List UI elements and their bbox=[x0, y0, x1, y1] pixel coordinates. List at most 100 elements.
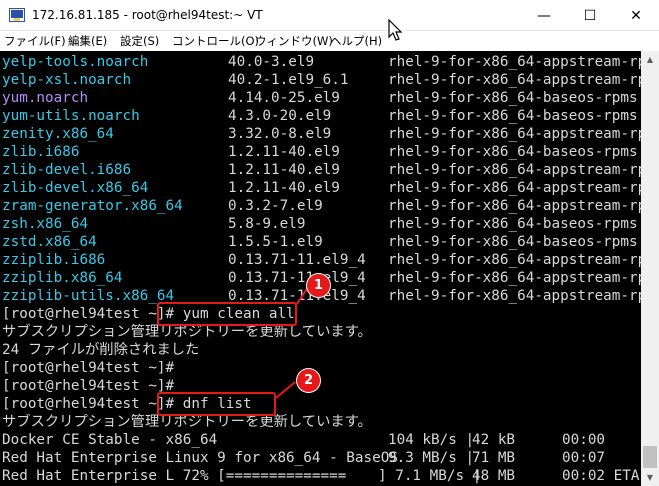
package-name: zlib-devel.i686 bbox=[2, 162, 132, 178]
package-row: yum.noarch 4.14.0-25.el9 rhel-9-for-x86_64… bbox=[2, 89, 638, 107]
package-version: 40.0-3.el9 bbox=[228, 54, 315, 70]
package-repo: rhel-9-for-x86_64-baseos-rpms bbox=[388, 144, 638, 160]
close-icon: ✕ bbox=[630, 7, 642, 24]
menu-bar: ファイル(F) 編集(E) 設定(S) コントロール(O) ウィンドウ(W) ヘ… bbox=[0, 31, 659, 51]
package-row: zram-generator.x86_64 0.3.2-7.el9 rhel-9-f… bbox=[2, 197, 641, 215]
download-size: 42 kB bbox=[472, 432, 516, 448]
package-row: yum-utils.noarch 4.3.0-20.el9 rhel-9-for-x… bbox=[2, 107, 638, 125]
package-version: 4.14.0-25.el9 bbox=[228, 90, 340, 106]
package-repo: rhel-9-for-x86_64-appstream-rpms bbox=[388, 72, 641, 88]
package-name: yum-utils.noarch bbox=[2, 108, 140, 124]
package-row: zlib-devel.i686 1.2.11-40.el9 rhel-9-for-x… bbox=[2, 161, 641, 179]
package-repo: rhel-9-for-x86_64-baseos-rpms bbox=[388, 108, 638, 124]
download-speed: ] 7.1 MB/s | bbox=[378, 468, 482, 484]
close-button[interactable]: ✕ bbox=[613, 0, 659, 31]
title-bar[interactable]: 172.16.81.185 - root@rhel94test:~ VT — ☐… bbox=[0, 0, 659, 31]
download-speed: 9.3 MB/s | bbox=[388, 450, 475, 466]
package-row: yelp-xsl.noarch 40.2-1.el9_6.1 rhel-9-for-… bbox=[2, 71, 641, 89]
minimize-button[interactable]: — bbox=[521, 0, 567, 31]
maximize-button[interactable]: ☐ bbox=[567, 0, 613, 31]
window-title: 172.16.81.185 - root@rhel94test:~ VT bbox=[32, 8, 263, 22]
package-name: zsh.x86_64 bbox=[2, 216, 89, 232]
download-size: 71 MB bbox=[472, 450, 516, 466]
package-name: zziplib.x86_64 bbox=[2, 270, 123, 286]
callout-box-yum-clean bbox=[157, 302, 297, 326]
download-size: 48 MB bbox=[472, 468, 516, 484]
package-row: zenity.x86_64 3.32.0-8.el9 rhel-9-for-x86_… bbox=[2, 125, 641, 143]
package-name: zram-generator.x86_64 bbox=[2, 198, 183, 214]
package-version: 1.2.11-40.el9 bbox=[228, 180, 340, 196]
package-repo: rhel-9-for-x86_64-appstream-rpms bbox=[388, 126, 641, 142]
scroll-thumb[interactable] bbox=[643, 446, 657, 468]
package-version: 3.32.0-8.el9 bbox=[228, 126, 332, 142]
package-version: 1.2.11-40.el9 bbox=[228, 144, 340, 160]
menu-help[interactable]: ヘルプ(H) bbox=[330, 33, 382, 49]
minimize-icon: — bbox=[537, 7, 551, 24]
menu-file[interactable]: ファイル(F) bbox=[4, 33, 66, 49]
package-row: zstd.x86_64 1.5.5-1.el9 rhel-9-for-x86_64-… bbox=[2, 233, 638, 251]
package-row: zsh.x86_64 5.8-9.el9 rhel-9-for-x86_64-bas… bbox=[2, 215, 638, 233]
menu-window[interactable]: ウィンドウ(W) bbox=[255, 33, 333, 49]
package-row: zziplib.x86_64 0.13.71-11.el9_4 rhel-9-for… bbox=[2, 269, 641, 287]
download-row: Docker CE Stable - x86_64 104 kB/s | 42 kB… bbox=[2, 431, 605, 449]
menu-edit[interactable]: 編集(E) bbox=[68, 33, 107, 49]
package-repo: rhel-9-for-x86_64-appstream-rpms bbox=[388, 270, 641, 286]
menu-settings[interactable]: 設定(S) bbox=[120, 33, 159, 49]
package-name: zlib-devel.x86_64 bbox=[2, 180, 149, 196]
package-repo: rhel-9-for-x86_64-baseos-rpms bbox=[388, 216, 638, 232]
download-row: Red Hat Enterprise Linux 9 for x86_64 - … bbox=[2, 449, 605, 467]
package-repo: rhel-9-for-x86_64-appstream-rpms bbox=[388, 180, 641, 196]
package-version: 0.13.71-11.el9_4 bbox=[228, 252, 366, 268]
callout-box-dnf-list bbox=[157, 392, 276, 416]
package-name: zstd.x86_64 bbox=[2, 234, 97, 250]
shell-prompt: [root@rhel94test ~]# bbox=[2, 378, 175, 394]
package-row: zlib.i686 1.2.11-40.el9 rhel-9-for-x86_64-… bbox=[2, 143, 638, 161]
package-repo: rhel-9-for-x86_64-appstream-rpms bbox=[388, 54, 641, 70]
package-repo: rhel-9-for-x86_64-appstream-rpms bbox=[388, 252, 641, 268]
package-repo: rhel-9-for-x86_64-baseos-rpms bbox=[388, 234, 638, 250]
scroll-down-arrow-icon[interactable]: ▼ bbox=[641, 469, 659, 486]
download-repo-name: Red Hat Enterprise L 72% [============== bbox=[2, 468, 347, 484]
callout-badge-2: 2 bbox=[297, 369, 320, 392]
package-name: zenity.x86_64 bbox=[2, 126, 114, 142]
download-time: 00:02 ETA bbox=[562, 468, 640, 484]
package-name: zziplib.i686 bbox=[2, 252, 106, 268]
package-row: zziplib.i686 0.13.71-11.el9_4 rhel-9-for-x… bbox=[2, 251, 641, 269]
package-row: yelp-tools.noarch 40.0-3.el9 rhel-9-for-x8… bbox=[2, 53, 641, 71]
download-time: 00:00 bbox=[562, 432, 606, 448]
terminal-screen[interactable]: yelp-tools.noarch 40.0-3.el9 rhel-9-for-x8… bbox=[0, 51, 641, 486]
output-line: 24 ファイルが削除されました bbox=[2, 342, 200, 358]
package-name: zlib.i686 bbox=[2, 144, 80, 160]
package-name: yelp-tools.noarch bbox=[2, 54, 149, 70]
package-repo: rhel-9-for-x86_64-appstream-rpms bbox=[388, 198, 641, 214]
menu-control[interactable]: コントロール(O) bbox=[172, 33, 259, 49]
scroll-up-arrow-icon[interactable]: ▲ bbox=[641, 51, 659, 68]
download-speed: 104 kB/s | bbox=[388, 432, 475, 448]
package-repo: rhel-9-for-x86_64-appstream-rpms bbox=[388, 162, 641, 178]
package-name: yum.noarch bbox=[2, 90, 89, 106]
package-row: zlib-devel.x86_64 1.2.11-40.el9 rhel-9-for… bbox=[2, 179, 641, 197]
shell-prompt: [root@rhel94test ~]# bbox=[2, 396, 175, 412]
maximize-icon: ☐ bbox=[583, 7, 597, 24]
teraterm-app-icon[interactable] bbox=[9, 8, 25, 22]
package-version: 4.3.0-20.el9 bbox=[228, 108, 332, 124]
package-repo: rhel-9-for-x86_64-baseos-rpms bbox=[388, 90, 638, 106]
download-repo-name: Red Hat Enterprise Linux 9 for x86_64 - … bbox=[2, 450, 398, 466]
shell-prompt: [root@rhel94test ~]# bbox=[2, 360, 175, 376]
package-name: zziplib-utils.x86_64 bbox=[2, 288, 175, 304]
mouse-cursor-icon bbox=[388, 19, 403, 41]
download-row-progress: Red Hat Enterprise L 72% [==============… bbox=[2, 467, 639, 485]
package-row: zziplib-utils.x86_64 0.13.71-11.el9_4 rhel… bbox=[2, 287, 641, 305]
download-repo-name: Docker CE Stable - x86_64 bbox=[2, 432, 218, 448]
vertical-scrollbar[interactable]: ▲ ▼ bbox=[641, 51, 659, 486]
package-version: 0.3.2-7.el9 bbox=[228, 198, 323, 214]
package-version: 5.8-9.el9 bbox=[228, 216, 306, 232]
callout-badge-1: 1 bbox=[307, 274, 330, 297]
package-version: 40.2-1.el9_6.1 bbox=[228, 72, 349, 88]
package-repo: rhel-9-for-x86_64-appstream-rpms bbox=[388, 288, 641, 304]
shell-prompt: [root@rhel94test ~]# bbox=[2, 306, 175, 322]
package-version: 0.13.71-11.el9_4 bbox=[228, 270, 366, 286]
download-time: 00:07 bbox=[562, 450, 606, 466]
package-version: 1.2.11-40.el9 bbox=[228, 162, 340, 178]
package-version: 1.5.5-1.el9 bbox=[228, 234, 323, 250]
